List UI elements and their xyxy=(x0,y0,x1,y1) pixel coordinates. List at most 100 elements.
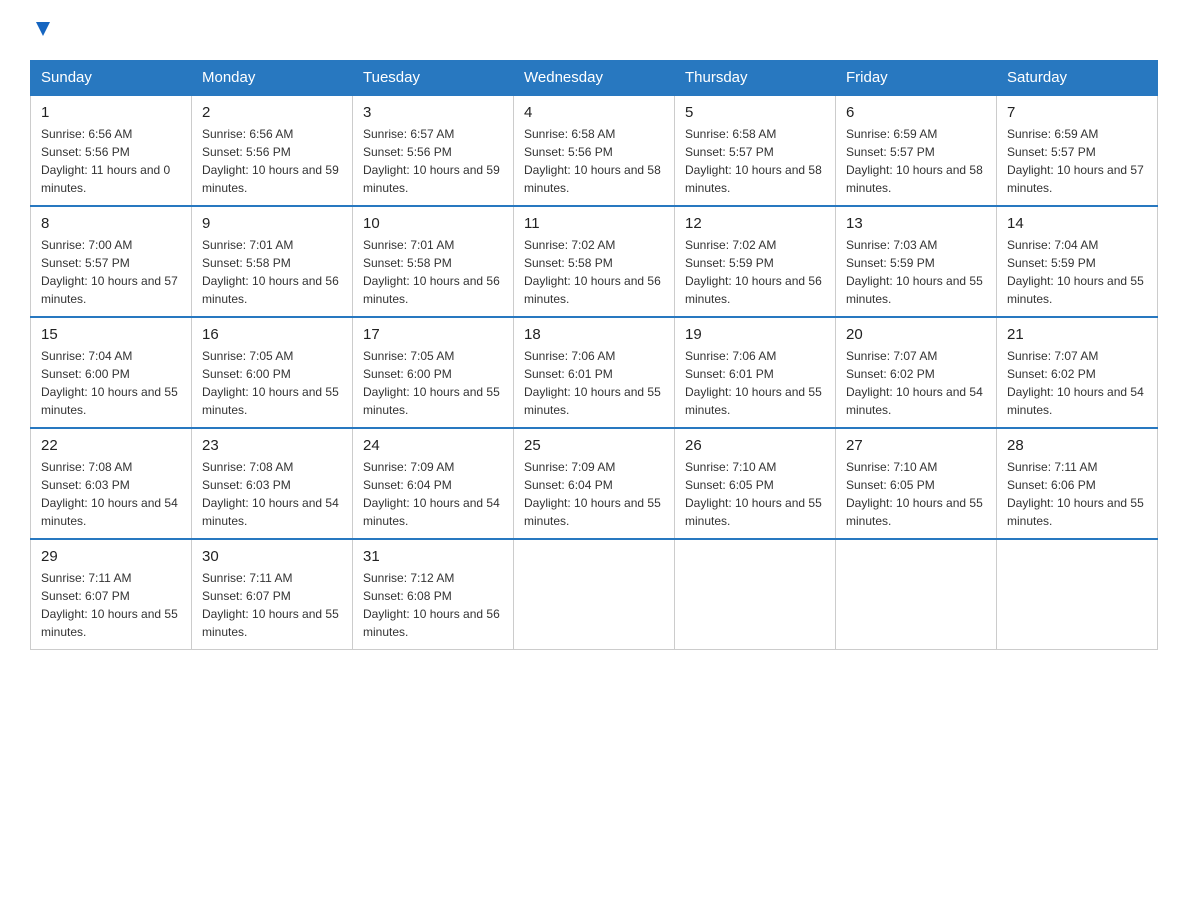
calendar-cell: 9 Sunrise: 7:01 AMSunset: 5:58 PMDaylight… xyxy=(192,206,353,317)
calendar-table: SundayMondayTuesdayWednesdayThursdayFrid… xyxy=(30,60,1158,650)
day-info: Sunrise: 7:05 AMSunset: 6:00 PMDaylight:… xyxy=(363,347,503,419)
day-info: Sunrise: 7:02 AMSunset: 5:59 PMDaylight:… xyxy=(685,236,825,308)
day-number: 17 xyxy=(363,326,503,343)
logo xyxy=(30,20,54,40)
header xyxy=(30,20,1158,40)
day-info: Sunrise: 7:02 AMSunset: 5:58 PMDaylight:… xyxy=(524,236,664,308)
header-wednesday: Wednesday xyxy=(514,61,675,96)
header-saturday: Saturday xyxy=(997,61,1158,96)
calendar-cell: 16 Sunrise: 7:05 AMSunset: 6:00 PMDayligh… xyxy=(192,317,353,428)
day-number: 9 xyxy=(202,215,342,232)
calendar-cell: 5 Sunrise: 6:58 AMSunset: 5:57 PMDaylight… xyxy=(675,95,836,206)
header-friday: Friday xyxy=(836,61,997,96)
header-sunday: Sunday xyxy=(31,61,192,96)
day-info: Sunrise: 7:05 AMSunset: 6:00 PMDaylight:… xyxy=(202,347,342,419)
calendar-cell: 19 Sunrise: 7:06 AMSunset: 6:01 PMDayligh… xyxy=(675,317,836,428)
day-number: 19 xyxy=(685,326,825,343)
day-number: 23 xyxy=(202,437,342,454)
day-number: 18 xyxy=(524,326,664,343)
day-info: Sunrise: 6:59 AMSunset: 5:57 PMDaylight:… xyxy=(846,125,986,197)
week-row-5: 29 Sunrise: 7:11 AMSunset: 6:07 PMDayligh… xyxy=(31,539,1158,650)
day-number: 20 xyxy=(846,326,986,343)
calendar-cell: 24 Sunrise: 7:09 AMSunset: 6:04 PMDayligh… xyxy=(353,428,514,539)
day-number: 30 xyxy=(202,548,342,565)
day-info: Sunrise: 7:08 AMSunset: 6:03 PMDaylight:… xyxy=(41,458,181,530)
day-info: Sunrise: 7:04 AMSunset: 6:00 PMDaylight:… xyxy=(41,347,181,419)
day-number: 1 xyxy=(41,104,181,121)
week-row-1: 1 Sunrise: 6:56 AMSunset: 5:56 PMDaylight… xyxy=(31,95,1158,206)
day-info: Sunrise: 6:57 AMSunset: 5:56 PMDaylight:… xyxy=(363,125,503,197)
header-thursday: Thursday xyxy=(675,61,836,96)
day-info: Sunrise: 7:06 AMSunset: 6:01 PMDaylight:… xyxy=(524,347,664,419)
calendar-cell: 26 Sunrise: 7:10 AMSunset: 6:05 PMDayligh… xyxy=(675,428,836,539)
day-number: 26 xyxy=(685,437,825,454)
day-info: Sunrise: 6:58 AMSunset: 5:57 PMDaylight:… xyxy=(685,125,825,197)
day-number: 22 xyxy=(41,437,181,454)
day-number: 10 xyxy=(363,215,503,232)
day-info: Sunrise: 7:06 AMSunset: 6:01 PMDaylight:… xyxy=(685,347,825,419)
day-info: Sunrise: 7:08 AMSunset: 6:03 PMDaylight:… xyxy=(202,458,342,530)
calendar-cell: 12 Sunrise: 7:02 AMSunset: 5:59 PMDayligh… xyxy=(675,206,836,317)
day-info: Sunrise: 7:10 AMSunset: 6:05 PMDaylight:… xyxy=(846,458,986,530)
calendar-cell: 4Sunrise: 6:58 AMSunset: 5:56 PMDaylight… xyxy=(514,95,675,206)
calendar-cell: 23 Sunrise: 7:08 AMSunset: 6:03 PMDayligh… xyxy=(192,428,353,539)
day-info: Sunrise: 7:03 AMSunset: 5:59 PMDaylight:… xyxy=(846,236,986,308)
calendar-cell: 20 Sunrise: 7:07 AMSunset: 6:02 PMDayligh… xyxy=(836,317,997,428)
header-tuesday: Tuesday xyxy=(353,61,514,96)
day-info: Sunrise: 7:01 AMSunset: 5:58 PMDaylight:… xyxy=(363,236,503,308)
calendar-cell: 17 Sunrise: 7:05 AMSunset: 6:00 PMDayligh… xyxy=(353,317,514,428)
calendar-cell: 14 Sunrise: 7:04 AMSunset: 5:59 PMDayligh… xyxy=(997,206,1158,317)
calendar-cell xyxy=(997,539,1158,650)
day-info: Sunrise: 6:59 AMSunset: 5:57 PMDaylight:… xyxy=(1007,125,1147,197)
day-number: 16 xyxy=(202,326,342,343)
day-info: Sunrise: 7:09 AMSunset: 6:04 PMDaylight:… xyxy=(524,458,664,530)
day-info: Sunrise: 7:07 AMSunset: 6:02 PMDaylight:… xyxy=(846,347,986,419)
day-number: 27 xyxy=(846,437,986,454)
calendar-cell: 22 Sunrise: 7:08 AMSunset: 6:03 PMDayligh… xyxy=(31,428,192,539)
day-number: 29 xyxy=(41,548,181,565)
calendar-cell: 1Sunrise: 6:56 AMSunset: 5:56 PMDaylight… xyxy=(31,95,192,206)
day-info: Sunrise: 7:01 AMSunset: 5:58 PMDaylight:… xyxy=(202,236,342,308)
calendar-cell xyxy=(514,539,675,650)
calendar-cell: 6Sunrise: 6:59 AMSunset: 5:57 PMDaylight… xyxy=(836,95,997,206)
day-number: 24 xyxy=(363,437,503,454)
day-number: 25 xyxy=(524,437,664,454)
calendar-cell: 18 Sunrise: 7:06 AMSunset: 6:01 PMDayligh… xyxy=(514,317,675,428)
day-number: 5 xyxy=(685,104,825,121)
day-number: 13 xyxy=(846,215,986,232)
day-number: 7 xyxy=(1007,104,1147,121)
day-number: 14 xyxy=(1007,215,1147,232)
calendar-cell: 15 Sunrise: 7:04 AMSunset: 6:00 PMDayligh… xyxy=(31,317,192,428)
day-number: 2 xyxy=(202,104,342,121)
day-info: Sunrise: 7:11 AMSunset: 6:07 PMDaylight:… xyxy=(41,569,181,641)
day-info: Sunrise: 7:11 AMSunset: 6:07 PMDaylight:… xyxy=(202,569,342,641)
day-number: 12 xyxy=(685,215,825,232)
calendar-cell: 11 Sunrise: 7:02 AMSunset: 5:58 PMDayligh… xyxy=(514,206,675,317)
calendar-cell: 13 Sunrise: 7:03 AMSunset: 5:59 PMDayligh… xyxy=(836,206,997,317)
day-number: 28 xyxy=(1007,437,1147,454)
days-header-row: SundayMondayTuesdayWednesdayThursdayFrid… xyxy=(31,61,1158,96)
day-number: 3 xyxy=(363,104,503,121)
logo-triangle-icon xyxy=(32,18,54,40)
day-info: Sunrise: 7:12 AMSunset: 6:08 PMDaylight:… xyxy=(363,569,503,641)
day-number: 21 xyxy=(1007,326,1147,343)
day-number: 8 xyxy=(41,215,181,232)
day-info: Sunrise: 7:07 AMSunset: 6:02 PMDaylight:… xyxy=(1007,347,1147,419)
day-number: 4 xyxy=(524,104,664,121)
day-number: 31 xyxy=(363,548,503,565)
week-row-3: 15 Sunrise: 7:04 AMSunset: 6:00 PMDayligh… xyxy=(31,317,1158,428)
calendar-cell: 31 Sunrise: 7:12 AMSunset: 6:08 PMDayligh… xyxy=(353,539,514,650)
calendar-cell: 27 Sunrise: 7:10 AMSunset: 6:05 PMDayligh… xyxy=(836,428,997,539)
calendar-cell xyxy=(675,539,836,650)
day-number: 15 xyxy=(41,326,181,343)
day-info: Sunrise: 7:04 AMSunset: 5:59 PMDaylight:… xyxy=(1007,236,1147,308)
day-info: Sunrise: 6:56 AMSunset: 5:56 PMDaylight:… xyxy=(202,125,342,197)
day-info: Sunrise: 7:11 AMSunset: 6:06 PMDaylight:… xyxy=(1007,458,1147,530)
day-number: 11 xyxy=(524,215,664,232)
calendar-cell: 21 Sunrise: 7:07 AMSunset: 6:02 PMDayligh… xyxy=(997,317,1158,428)
day-info: Sunrise: 7:10 AMSunset: 6:05 PMDaylight:… xyxy=(685,458,825,530)
calendar-cell xyxy=(836,539,997,650)
calendar-cell: 30 Sunrise: 7:11 AMSunset: 6:07 PMDayligh… xyxy=(192,539,353,650)
day-info: Sunrise: 7:09 AMSunset: 6:04 PMDaylight:… xyxy=(363,458,503,530)
week-row-2: 8Sunrise: 7:00 AMSunset: 5:57 PMDaylight… xyxy=(31,206,1158,317)
